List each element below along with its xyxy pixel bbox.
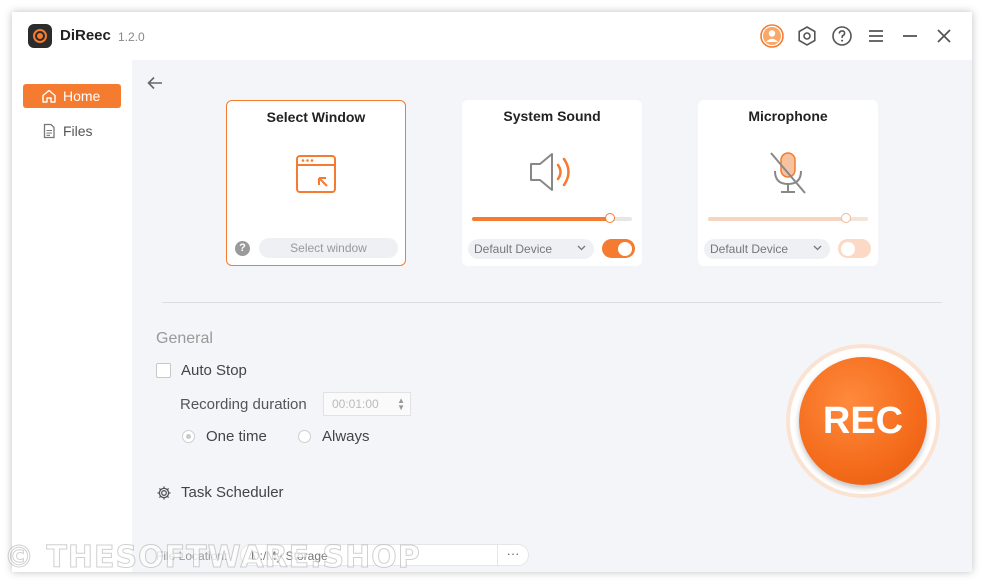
sidebar-item-files[interactable]: Files (23, 119, 121, 143)
radio-one-time[interactable]: One time (182, 428, 267, 445)
auto-stop-label: Auto Stop (181, 362, 247, 379)
minimize-icon[interactable] (898, 24, 922, 48)
system-sound-volume-slider[interactable] (472, 213, 632, 223)
app-title: DiReec (60, 27, 111, 44)
slider-thumb[interactable] (604, 213, 615, 223)
card-title: System Sound (503, 108, 601, 124)
radio-button[interactable] (298, 430, 311, 443)
device-label: Default Device (474, 242, 553, 256)
menu-icon[interactable] (864, 24, 888, 48)
volume-fill (472, 217, 610, 221)
window-icon (295, 154, 337, 199)
duration-value: 00:01:00 (332, 397, 379, 411)
card-title: Microphone (748, 108, 828, 124)
radio-button[interactable] (182, 430, 195, 443)
divider (162, 302, 942, 303)
radio-label: One time (206, 428, 267, 445)
rec-button[interactable]: REC (799, 357, 927, 485)
section-title-general: General (156, 330, 213, 347)
select-window-button[interactable]: Select window (259, 238, 398, 258)
chevron-down-icon (577, 245, 586, 251)
settings-icon[interactable] (795, 24, 819, 48)
sidebar-item-label: Files (63, 123, 93, 139)
sidebar: Home Files (12, 60, 132, 572)
device-label: Default Device (710, 242, 789, 256)
radio-always[interactable]: Always (298, 428, 370, 445)
main-panel: Select Window ? Select window System Sou… (132, 60, 972, 572)
sidebar-item-home[interactable]: Home (23, 84, 121, 108)
microphone-card: Microphone Default Device (698, 100, 878, 266)
slider-thumb[interactable] (840, 213, 851, 223)
microphone-device-select[interactable]: Default Device (704, 239, 830, 259)
help-icon[interactable] (830, 24, 854, 48)
back-arrow-icon[interactable] (146, 74, 164, 92)
app-logo-icon (28, 24, 52, 48)
gear-icon (157, 486, 171, 499)
select-window-card[interactable]: Select Window ? Select window (226, 100, 406, 266)
browse-more-button[interactable]: ··· (497, 545, 528, 565)
sidebar-item-label: Home (63, 88, 101, 104)
recording-duration-label: Recording duration (180, 396, 307, 413)
system-sound-toggle[interactable] (602, 239, 635, 258)
close-icon[interactable] (932, 24, 956, 48)
chevron-down-icon (813, 245, 822, 251)
volume-fill (708, 217, 846, 221)
title-bar: DiReec 1.2.0 (12, 12, 972, 60)
microphone-muted-icon (766, 150, 810, 201)
watermark: © THESOFTWARE.SHOP (4, 540, 421, 576)
card-title: Select Window (266, 109, 366, 125)
file-icon (43, 123, 55, 139)
app-window: DiReec 1.2.0 Home Files Select Window ? … (12, 12, 972, 572)
rec-button-ring: REC (790, 348, 936, 494)
task-scheduler-label: Task Scheduler (181, 484, 284, 501)
home-icon (42, 89, 56, 103)
system-sound-card: System Sound Default Device (462, 100, 642, 266)
radio-label: Always (322, 428, 370, 445)
auto-stop-row[interactable]: Auto Stop (156, 362, 247, 379)
account-icon[interactable] (760, 24, 784, 48)
rec-button-halo: REC (786, 344, 940, 498)
microphone-toggle[interactable] (838, 239, 871, 258)
spinner-arrows-icon[interactable]: ▲ ▼ (397, 397, 405, 412)
recording-duration-input[interactable]: 00:01:00 ▲ ▼ (323, 392, 411, 416)
microphone-volume-slider[interactable] (708, 213, 868, 223)
help-badge-icon[interactable]: ? (235, 241, 250, 256)
task-scheduler-link[interactable]: Task Scheduler (156, 484, 284, 501)
speaker-icon (528, 150, 576, 199)
system-sound-device-select[interactable]: Default Device (468, 239, 594, 259)
auto-stop-checkbox[interactable] (156, 363, 171, 378)
app-version: 1.2.0 (118, 30, 145, 44)
